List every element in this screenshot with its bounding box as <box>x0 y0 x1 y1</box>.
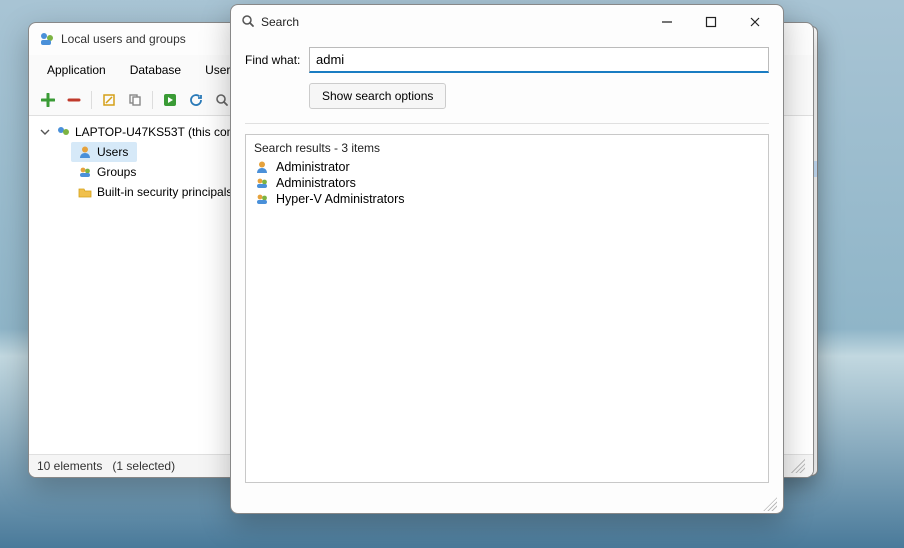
find-label: Find what: <box>245 53 301 67</box>
status-count: 10 elements <box>37 459 102 473</box>
result-item[interactable]: Hyper-V Administrators <box>254 191 760 207</box>
tree-node-label: Users <box>97 145 128 159</box>
group-icon <box>77 165 93 179</box>
edit-button[interactable] <box>98 89 120 111</box>
result-item[interactable]: Administrator <box>254 159 760 175</box>
refresh-button[interactable] <box>185 89 207 111</box>
toolbar-separator <box>91 91 92 109</box>
search-statusbar <box>231 495 783 513</box>
find-input[interactable] <box>309 47 769 73</box>
folder-icon <box>77 185 93 199</box>
group-icon <box>254 176 270 190</box>
app-icon <box>39 31 55 47</box>
results-box: Search results - 3 items Administrator A… <box>245 134 769 483</box>
menu-database[interactable]: Database <box>120 57 191 83</box>
user-icon <box>254 160 270 174</box>
remove-button[interactable] <box>63 89 85 111</box>
result-label: Hyper-V Administrators <box>276 192 405 206</box>
results-header: Search results - 3 items <box>254 141 760 155</box>
search-window: Search Find what: Show search options Se… <box>230 4 784 514</box>
result-label: Administrators <box>276 176 356 190</box>
tree-node-label: Groups <box>97 165 136 179</box>
toolbar-separator <box>152 91 153 109</box>
status-selected: (1 selected) <box>112 459 175 473</box>
search-title: Search <box>261 15 645 29</box>
search-titlebar[interactable]: Search <box>231 5 783 39</box>
options-row: Show search options <box>245 83 769 109</box>
resize-grip[interactable] <box>763 497 777 511</box>
search-icon <box>241 14 255 31</box>
search-body: Find what: Show search options Search re… <box>231 39 783 495</box>
tree-node-label: Built-in security principals <box>97 185 232 199</box>
copy-button[interactable] <box>124 89 146 111</box>
result-item[interactable]: Administrators <box>254 175 760 191</box>
maximize-button[interactable] <box>689 8 733 36</box>
group-icon <box>254 192 270 206</box>
find-row: Find what: <box>245 47 769 73</box>
chevron-down-icon[interactable] <box>39 127 51 137</box>
add-button[interactable] <box>37 89 59 111</box>
menu-application[interactable]: Application <box>37 57 116 83</box>
show-options-button[interactable]: Show search options <box>309 83 446 109</box>
user-icon <box>77 145 93 159</box>
divider <box>245 123 769 124</box>
computer-icon <box>55 125 71 139</box>
close-button[interactable] <box>733 8 777 36</box>
tree-node-users[interactable]: Users <box>71 142 137 162</box>
resize-grip[interactable] <box>791 459 805 473</box>
result-label: Administrator <box>276 160 350 174</box>
go-button[interactable] <box>159 89 181 111</box>
minimize-button[interactable] <box>645 8 689 36</box>
